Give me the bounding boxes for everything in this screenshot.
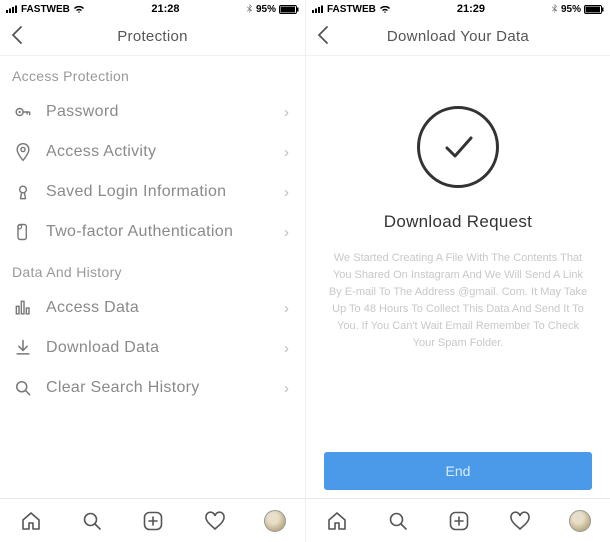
wifi-icon — [73, 5, 85, 14]
menu-item-access-activity[interactable]: Access Activity › — [0, 132, 305, 172]
bluetooth-icon — [246, 4, 253, 14]
header: Protection — [0, 18, 305, 56]
battery-icon — [584, 5, 604, 14]
content-body: We Started Creating A File With The Cont… — [324, 250, 592, 352]
tab-profile[interactable] — [569, 510, 591, 532]
chevron-right-icon: › — [284, 224, 289, 241]
screen-download-data: FASTWEB 21:29 95% Download Your Data Dow… — [305, 0, 610, 542]
carrier-label: FASTWEB — [327, 4, 376, 15]
screen-protection: FASTWEB 21:28 95% Protection Access Prot… — [0, 0, 305, 542]
header: Download Your Data — [306, 18, 610, 56]
bar-chart-icon — [12, 297, 34, 319]
search-icon — [12, 377, 34, 399]
tab-home[interactable] — [325, 509, 349, 533]
keyhole-icon — [12, 181, 34, 203]
back-button[interactable] — [10, 25, 23, 49]
menu-item-password[interactable]: Password › — [0, 92, 305, 132]
back-button[interactable] — [316, 25, 329, 49]
tab-search[interactable] — [386, 509, 410, 533]
chevron-right-icon: › — [284, 300, 289, 317]
tab-activity[interactable] — [508, 509, 532, 533]
key-icon — [12, 101, 34, 123]
carrier-label: FASTWEB — [21, 4, 70, 15]
chevron-right-icon: › — [284, 144, 289, 161]
status-bar: FASTWEB 21:29 95% — [306, 0, 610, 18]
avatar-icon — [569, 510, 591, 532]
status-bar: FASTWEB 21:28 95% — [0, 0, 305, 18]
menu-item-download-data[interactable]: Download Data › — [0, 328, 305, 368]
menu-label: Download Data — [46, 339, 159, 357]
clock-label: 21:28 — [151, 3, 179, 15]
location-pin-icon — [12, 141, 34, 163]
tab-bar — [0, 498, 305, 542]
download-icon — [12, 337, 34, 359]
tab-new-post[interactable] — [141, 509, 165, 533]
battery-pct: 95% — [256, 4, 276, 15]
menu-item-clear-history[interactable]: Clear Search History › — [0, 368, 305, 408]
chevron-right-icon: › — [284, 184, 289, 201]
tab-home[interactable] — [19, 509, 43, 533]
section-data-history: Data And History — [0, 252, 305, 288]
clock-label: 21:29 — [457, 3, 485, 15]
menu-label: Two-factor Authentication — [46, 223, 233, 241]
menu-item-two-factor[interactable]: Two-factor Authentication › — [0, 212, 305, 252]
signal-icon — [312, 5, 324, 13]
menu-label: Access Data — [46, 299, 139, 317]
content-title: Download Request — [384, 212, 532, 232]
chevron-right-icon: › — [284, 340, 289, 357]
signal-icon — [6, 5, 18, 13]
end-button[interactable]: End — [324, 452, 592, 490]
tab-bar — [306, 498, 610, 542]
menu-label: Password — [46, 103, 119, 121]
menu-label: Saved Login Information — [46, 183, 226, 201]
shield-phone-icon — [12, 221, 34, 243]
check-circle-icon — [417, 106, 499, 188]
tab-activity[interactable] — [203, 509, 227, 533]
battery-icon — [279, 5, 299, 14]
menu-label: Clear Search History — [46, 379, 200, 397]
avatar-icon — [264, 510, 286, 532]
menu-label: Access Activity — [46, 143, 156, 161]
battery-pct: 95% — [561, 4, 581, 15]
menu-item-saved-login[interactable]: Saved Login Information › — [0, 172, 305, 212]
tab-profile[interactable] — [264, 510, 286, 532]
chevron-right-icon: › — [284, 104, 289, 121]
section-access-protection: Access Protection — [0, 56, 305, 92]
menu-item-access-data[interactable]: Access Data › — [0, 288, 305, 328]
tab-search[interactable] — [80, 509, 104, 533]
button-label: End — [446, 463, 471, 479]
bluetooth-icon — [551, 4, 558, 14]
tab-new-post[interactable] — [447, 509, 471, 533]
page-title: Download Your Data — [387, 28, 529, 45]
chevron-right-icon: › — [284, 380, 289, 397]
page-title: Protection — [117, 28, 188, 45]
wifi-icon — [379, 5, 391, 14]
